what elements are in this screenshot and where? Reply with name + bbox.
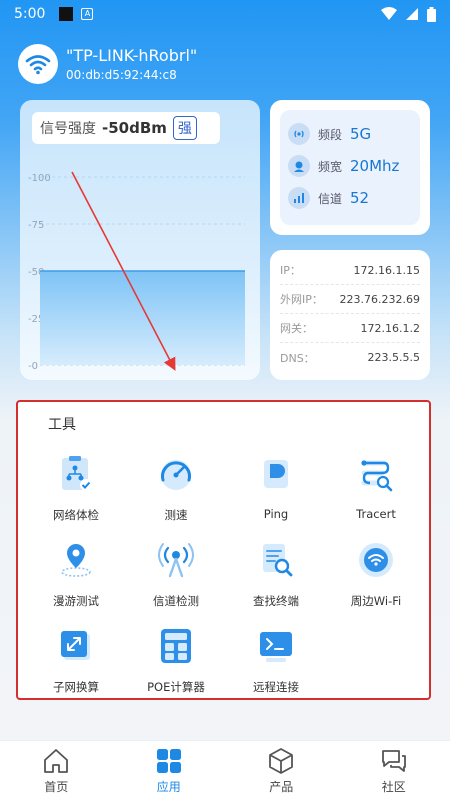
nav-item-apps[interactable]: 应用 bbox=[113, 741, 226, 800]
channel-icon bbox=[288, 187, 310, 209]
battery-icon bbox=[427, 6, 436, 22]
tool-label: 远程连接 bbox=[253, 680, 299, 694]
wifi-ssid: "TP-LINK-hRobrl" bbox=[66, 46, 198, 65]
axis-tick-label: -75 bbox=[28, 220, 44, 231]
wifi-mac: 00:db:d5:92:44:c8 bbox=[66, 68, 177, 82]
chat-icon bbox=[381, 749, 406, 772]
tools-panel: 工具 网络体检 测速 Ping Tracert 漫游测试 信道检测 查找终端 周… bbox=[16, 400, 431, 700]
terminal-icon bbox=[260, 632, 292, 662]
antenna-icon bbox=[158, 543, 194, 578]
signal-value: -50dBm bbox=[102, 119, 167, 137]
signal-strength-card: -100 -75 -50 -25 -0 信号强度 -50dBm 强 bbox=[20, 100, 260, 380]
info-value: 20Mhz bbox=[350, 157, 400, 175]
bandwidth-icon bbox=[288, 155, 310, 177]
tool-nearby-wifi[interactable]: 周边Wi-Fi bbox=[326, 540, 426, 609]
wifi-header: "TP-LINK-hRobrl" 00:db:d5:92:44:c8 bbox=[18, 44, 197, 84]
wifi-status-icon bbox=[381, 7, 397, 20]
radio-info-card: 频段 5G 频宽 20Mhz 信道 52 bbox=[270, 100, 430, 235]
net-key: 网关： bbox=[280, 322, 313, 335]
tools-title: 工具 bbox=[48, 417, 76, 433]
signal-strength-label: 信号强度 -50dBm 强 bbox=[32, 112, 220, 144]
nav-item-products[interactable]: 产品 bbox=[225, 741, 338, 800]
nav-item-home[interactable]: 首页 bbox=[0, 741, 113, 800]
tool-find-terminal[interactable]: 查找终端 bbox=[226, 540, 326, 609]
nav-label: 产品 bbox=[269, 779, 294, 794]
tool-channel-check[interactable]: 信道检测 bbox=[126, 540, 226, 609]
tool-label: 网络体检 bbox=[53, 508, 99, 522]
tool-label: 子网换算 bbox=[53, 680, 99, 694]
tool-ping[interactable]: Ping bbox=[226, 454, 326, 521]
tool-label: 查找终端 bbox=[253, 594, 299, 608]
nav-label: 首页 bbox=[44, 779, 69, 794]
ping-icon bbox=[264, 460, 288, 488]
band-icon bbox=[288, 123, 310, 145]
nav-label: 应用 bbox=[156, 779, 181, 794]
status-bar: 5:00 A bbox=[0, 0, 450, 28]
network-check-icon bbox=[62, 456, 92, 491]
status-time: 5:00 bbox=[14, 6, 46, 22]
tool-roaming-test[interactable]: 漫游测试 bbox=[26, 540, 126, 609]
tool-subnet-calc[interactable]: 子网换算 bbox=[26, 626, 126, 695]
location-pin-icon bbox=[61, 544, 91, 577]
tool-label: 测速 bbox=[164, 508, 188, 522]
subnet-icon bbox=[61, 631, 90, 660]
calculator-icon bbox=[161, 629, 191, 663]
info-row-band: 频段 5G bbox=[288, 118, 412, 150]
net-value: 172.16.1.2 bbox=[360, 321, 420, 335]
notification-square-icon bbox=[59, 7, 74, 21]
tool-tracert[interactable]: Tracert bbox=[326, 454, 426, 521]
tool-label: 周边Wi-Fi bbox=[350, 594, 402, 608]
info-row-bandwidth: 频宽 20Mhz bbox=[288, 150, 412, 182]
info-key: 频段 bbox=[318, 127, 343, 142]
tool-network-check[interactable]: 网络体检 bbox=[26, 454, 126, 523]
nav-item-community[interactable]: 社区 bbox=[338, 741, 450, 800]
tracert-icon bbox=[361, 460, 393, 492]
net-row-public-ip: 外网IP： 223.76.232.69 bbox=[280, 285, 420, 314]
net-value: 223.5.5.5 bbox=[367, 351, 420, 364]
tool-remote-connect[interactable]: 远程连接 bbox=[226, 626, 326, 695]
info-key: 频宽 bbox=[318, 159, 343, 174]
speedometer-icon bbox=[161, 460, 191, 490]
wifi-icon bbox=[25, 55, 51, 75]
bottom-nav: 首页 应用 产品 社区 bbox=[0, 740, 450, 800]
document-search-icon bbox=[263, 544, 293, 577]
info-value: 5G bbox=[350, 125, 372, 143]
signal-title: 信号强度 bbox=[40, 121, 96, 137]
info-value: 52 bbox=[350, 189, 370, 207]
tool-label: 信道检测 bbox=[153, 594, 199, 608]
net-row-dns: DNS： 223.5.5.5 bbox=[280, 343, 420, 372]
wifi-avatar bbox=[18, 44, 58, 84]
tool-label: POE计算器 bbox=[147, 680, 205, 694]
axis-tick-label: -0 bbox=[28, 361, 38, 372]
wifi-icon bbox=[359, 543, 393, 577]
signal-quality-badge: 强 bbox=[172, 116, 197, 140]
nav-label: 社区 bbox=[381, 779, 406, 794]
home-icon bbox=[44, 748, 69, 773]
net-key: 外网IP： bbox=[280, 293, 323, 306]
tool-speed-test[interactable]: 测速 bbox=[126, 454, 226, 523]
net-key: IP： bbox=[280, 264, 301, 277]
notification-a-icon: A bbox=[81, 8, 94, 20]
info-key: 信道 bbox=[318, 191, 343, 206]
cell-signal-icon bbox=[406, 8, 418, 20]
info-row-channel: 信道 52 bbox=[288, 182, 412, 214]
net-key: DNS： bbox=[280, 351, 315, 365]
cube-icon bbox=[269, 747, 294, 774]
network-info-card: IP： 172.16.1.15 外网IP： 223.76.232.69 网关： … bbox=[270, 250, 430, 380]
tool-poe-calc[interactable]: POE计算器 bbox=[126, 626, 226, 695]
signal-level-fill bbox=[40, 271, 245, 365]
tool-label: 漫游测试 bbox=[53, 594, 99, 608]
net-row-ip: IP： 172.16.1.15 bbox=[280, 256, 420, 285]
tool-label: Tracert bbox=[356, 507, 396, 521]
net-value: 172.16.1.15 bbox=[353, 263, 420, 277]
apps-grid-icon bbox=[156, 748, 181, 773]
net-row-gateway: 网关： 172.16.1.2 bbox=[280, 314, 420, 343]
net-value: 223.76.232.69 bbox=[339, 292, 420, 306]
axis-tick-label: -100 bbox=[28, 173, 51, 184]
tool-label: Ping bbox=[263, 507, 289, 521]
